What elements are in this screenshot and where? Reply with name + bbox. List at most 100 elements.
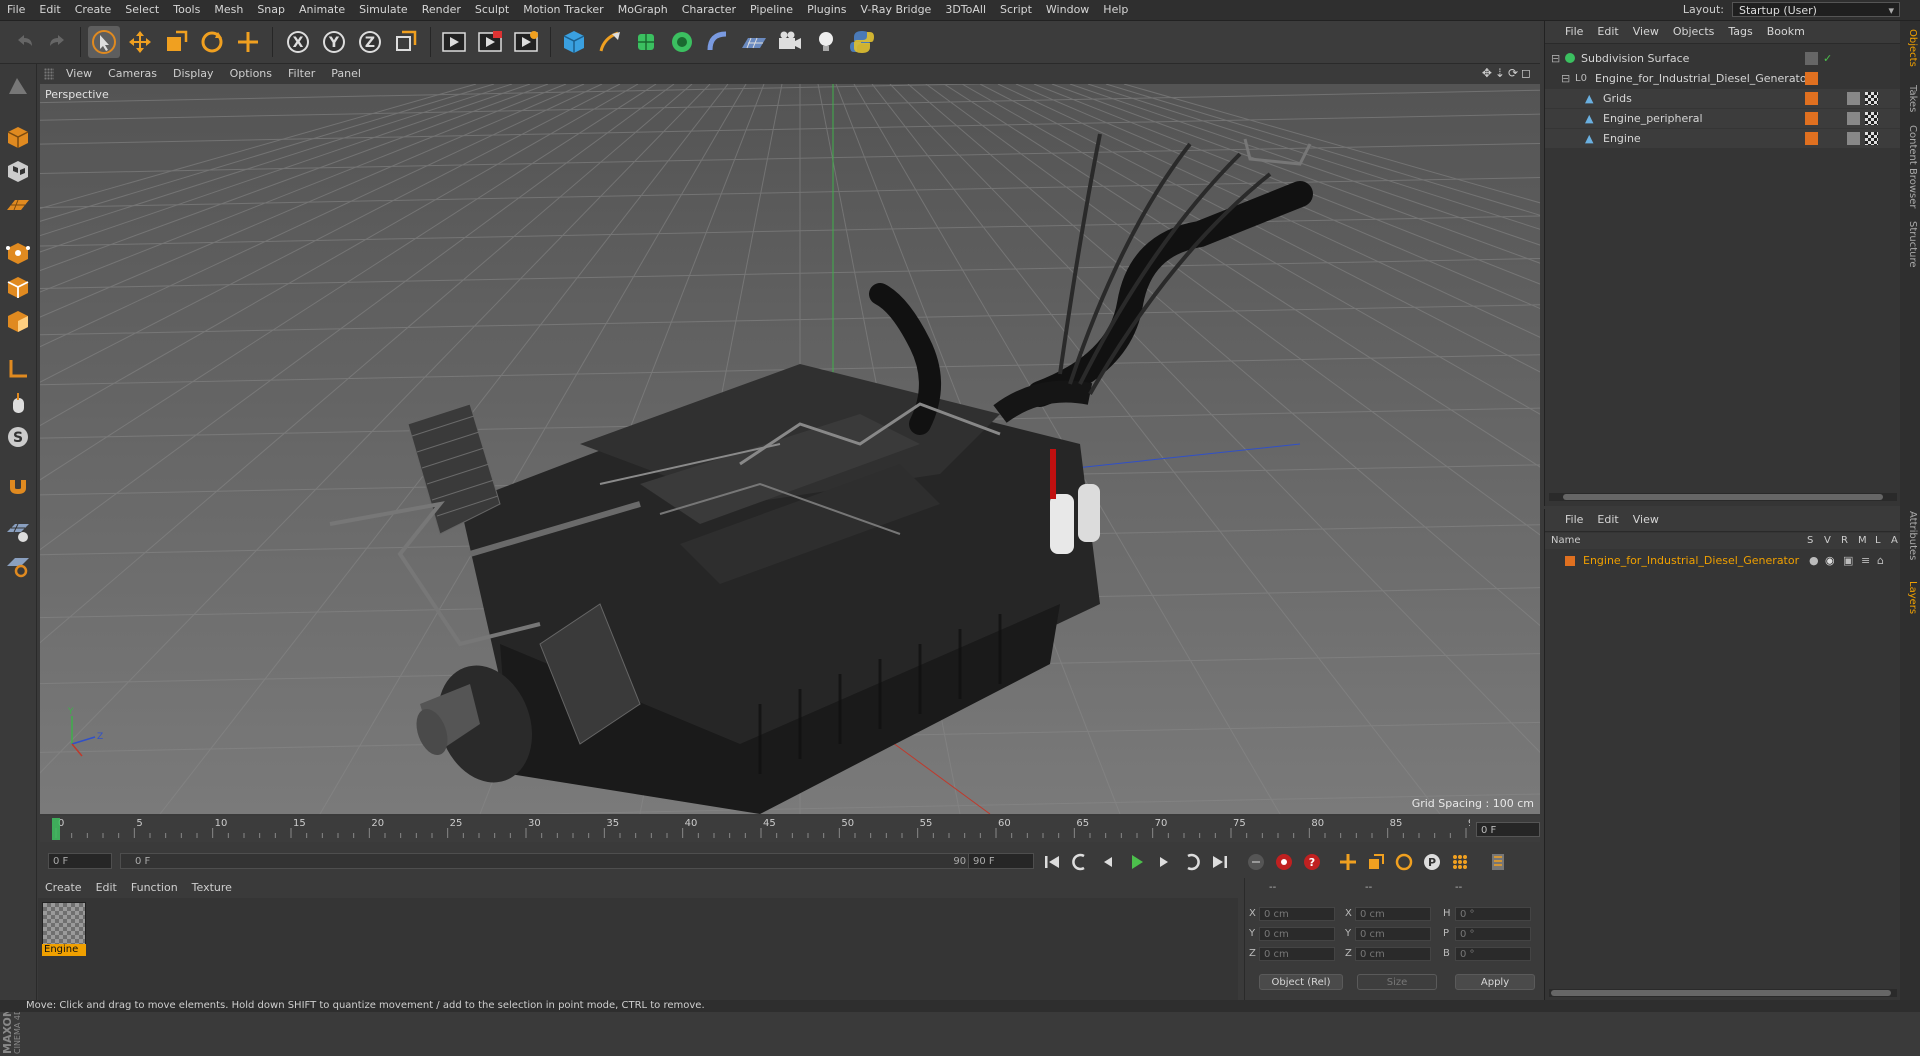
phong-tag-icon[interactable]: [1847, 132, 1860, 145]
layer-render-icon[interactable]: ▣: [1843, 551, 1853, 570]
object-row-grids[interactable]: ▲ Grids: [1545, 89, 1901, 108]
polygons-mode-icon[interactable]: [3, 306, 33, 336]
x-axis-lock-icon[interactable]: X: [282, 26, 314, 58]
object-row-subdivision-surface[interactable]: ⊟ Subdivision Surface ✓: [1545, 49, 1901, 68]
end-frame-field[interactable]: 90 F: [968, 853, 1034, 869]
menu-render[interactable]: Render: [415, 0, 468, 20]
layer-visible-icon[interactable]: ◉: [1825, 551, 1835, 570]
layer-color-swatch[interactable]: [1565, 556, 1575, 566]
object-manager-scrollbar[interactable]: [1549, 493, 1897, 501]
select-arrow-icon[interactable]: [88, 26, 120, 58]
coord-rot-p-field[interactable]: 0 °: [1455, 927, 1531, 941]
camera-icon[interactable]: [774, 26, 806, 58]
key-position-icon[interactable]: [1336, 850, 1360, 874]
collapse-toggle-icon[interactable]: ⊟: [1561, 69, 1570, 88]
z-axis-lock-icon[interactable]: Z: [354, 26, 386, 58]
cloner-icon[interactable]: [666, 26, 698, 58]
menu-vray-bridge[interactable]: V-Ray Bridge: [853, 0, 938, 20]
layer-manager-scrollbar[interactable]: [1549, 989, 1897, 997]
layer-manager-column[interactable]: M: [1858, 533, 1867, 549]
tab-layers[interactable]: Layers: [1902, 581, 1918, 614]
tab-attributes[interactable]: Attributes: [1902, 511, 1918, 560]
menu-simulate[interactable]: Simulate: [352, 0, 415, 20]
object-row-engine-peripheral[interactable]: ▲ Engine_peripheral: [1545, 109, 1901, 128]
go-to-end-icon[interactable]: [1208, 850, 1232, 874]
key-point-level-icon[interactable]: [1448, 850, 1472, 874]
cube-primitive-icon[interactable]: [558, 26, 590, 58]
menu-motion-tracker[interactable]: Motion Tracker: [516, 0, 610, 20]
phong-tag-icon[interactable]: [1847, 112, 1860, 125]
material-menu-create[interactable]: Create: [38, 878, 89, 898]
menu-snap[interactable]: Snap: [250, 0, 292, 20]
viewport-menu-options[interactable]: Options: [222, 64, 280, 84]
timeline-ruler[interactable]: 051015202530354045505560657075808590: [40, 816, 1540, 842]
coord-rot-h-field[interactable]: 0 °: [1455, 907, 1531, 921]
pen-spline-icon[interactable]: [594, 26, 626, 58]
menu-script[interactable]: Script: [993, 0, 1039, 20]
coordinate-system-icon[interactable]: [390, 26, 422, 58]
menu-pipeline[interactable]: Pipeline: [743, 0, 800, 20]
perspective-viewport[interactable]: Y Z Perspective Grid Spacing : 100 cm: [40, 84, 1540, 814]
tab-structure[interactable]: Structure: [1902, 221, 1918, 268]
tab-takes[interactable]: Takes: [1902, 85, 1918, 112]
magnet-icon[interactable]: [3, 470, 33, 500]
layer-animation-column[interactable]: A: [1891, 533, 1898, 549]
menu-help[interactable]: Help: [1096, 0, 1135, 20]
key-rotation-icon[interactable]: [1392, 850, 1416, 874]
layer-name-column[interactable]: Name: [1551, 533, 1581, 549]
layer-lock-icon[interactable]: ⌂: [1877, 551, 1884, 570]
key-parameter-icon[interactable]: P: [1420, 850, 1444, 874]
coord-pos-x-field[interactable]: 0 cm: [1259, 907, 1335, 921]
timeline-window-icon[interactable]: [1486, 850, 1510, 874]
material-tag-icon[interactable]: [1865, 132, 1878, 145]
play-icon[interactable]: [1124, 850, 1148, 874]
points-mode-icon[interactable]: [3, 238, 33, 268]
make-editable-icon[interactable]: [3, 72, 33, 102]
redo-icon[interactable]: [42, 26, 74, 58]
previous-frame-icon[interactable]: [1096, 850, 1120, 874]
next-key-icon[interactable]: [1180, 850, 1204, 874]
workplane-lock-icon[interactable]: [3, 516, 33, 546]
size-mode-dropdown[interactable]: Size: [1357, 974, 1437, 990]
material-menu-edit[interactable]: Edit: [89, 878, 124, 898]
viewport-menu-panel[interactable]: Panel: [323, 64, 369, 84]
tweak-mode-icon[interactable]: [3, 388, 33, 418]
playhead[interactable]: [52, 818, 60, 840]
material-tag-icon[interactable]: [1865, 92, 1878, 105]
deformer-icon[interactable]: [702, 26, 734, 58]
floor-icon[interactable]: [738, 26, 770, 58]
layout-select[interactable]: Startup (User): [1732, 2, 1900, 18]
coord-pos-z-field[interactable]: 0 cm: [1259, 947, 1335, 961]
current-frame-field[interactable]: 0 F: [1476, 822, 1540, 837]
layer-row[interactable]: Engine_for_Industrial_Diesel_Generator ●…: [1545, 551, 1901, 570]
viewport-menu-view[interactable]: View: [58, 64, 100, 84]
layer-solo-column[interactable]: S: [1807, 533, 1813, 549]
menu-window[interactable]: Window: [1039, 0, 1096, 20]
grid-snap-icon[interactable]: [3, 550, 33, 580]
layers-menu-edit[interactable]: Edit: [1590, 509, 1625, 531]
scale-icon[interactable]: [160, 26, 192, 58]
menu-sculpt[interactable]: Sculpt: [468, 0, 516, 20]
layer-view-column[interactable]: V: [1824, 533, 1831, 549]
viewport-menu-cameras[interactable]: Cameras: [100, 64, 165, 84]
layer-locked-column[interactable]: L: [1875, 533, 1881, 549]
render-view-icon[interactable]: [438, 26, 470, 58]
keyframe-selection-icon[interactable]: ?: [1300, 850, 1324, 874]
menu-file[interactable]: File: [0, 0, 32, 20]
live-selection-icon[interactable]: [232, 26, 264, 58]
material-menu-function[interactable]: Function: [124, 878, 185, 898]
render-settings-icon[interactable]: [510, 26, 542, 58]
next-frame-icon[interactable]: [1152, 850, 1176, 874]
apply-button[interactable]: Apply: [1455, 974, 1535, 990]
material-menu-texture[interactable]: Texture: [185, 878, 239, 898]
previous-key-icon[interactable]: [1068, 850, 1092, 874]
objects-menu-file[interactable]: File: [1545, 21, 1590, 43]
coordinate-mode-dropdown[interactable]: Object (Rel): [1259, 974, 1343, 990]
menu-edit[interactable]: Edit: [32, 0, 67, 20]
layer-render-column[interactable]: R: [1841, 533, 1848, 549]
menu-mesh[interactable]: Mesh: [207, 0, 250, 20]
coord-pos-y-field[interactable]: 0 cm: [1259, 927, 1335, 941]
menu-tools[interactable]: Tools: [166, 0, 207, 20]
go-to-start-icon[interactable]: [1040, 850, 1064, 874]
model-mode-icon[interactable]: [3, 122, 33, 152]
